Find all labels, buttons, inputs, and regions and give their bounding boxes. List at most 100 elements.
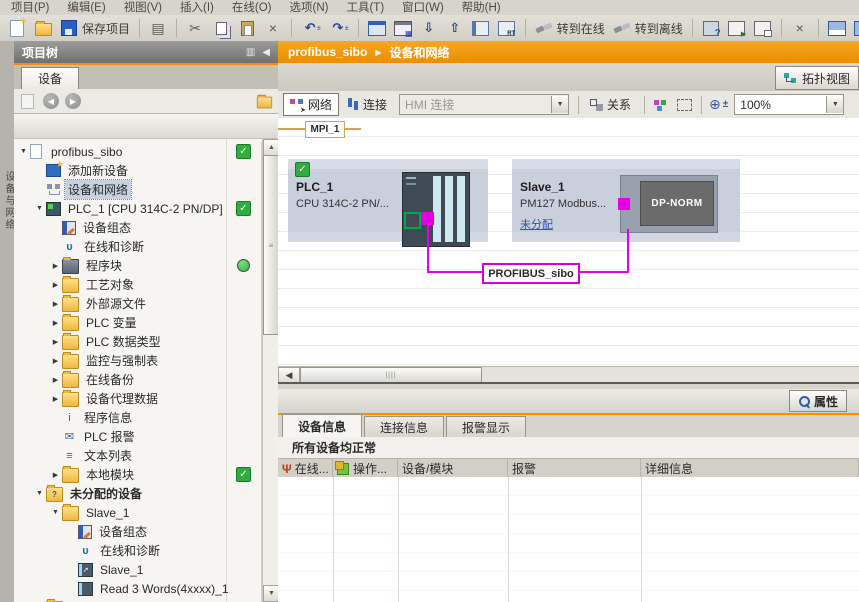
go-online-button[interactable]: 转到在线 (532, 17, 608, 39)
delete-button[interactable]: × (261, 17, 285, 39)
tree-item[interactable]: ▶PLC 数据类型 (14, 332, 261, 351)
tree-item[interactable]: 添加新设备 (14, 161, 261, 180)
slave-dp-port[interactable] (618, 198, 630, 210)
tree-item[interactable]: ▼profibus_sibo✓ (14, 142, 261, 161)
forward-icon[interactable]: ▶ (65, 93, 81, 109)
slave-device-box[interactable]: Slave_1 PM127 Modbus... 未分配 DP-NORM (512, 159, 740, 242)
plc-device-image[interactable] (402, 172, 470, 247)
simulation-window-button[interactable] (751, 17, 775, 39)
plc-dp-port[interactable] (421, 212, 434, 225)
column-header[interactable]: 报警 (508, 459, 641, 478)
tree-item[interactable]: 设备和网络 (14, 180, 261, 199)
expander-icon[interactable]: ▶ (50, 338, 61, 346)
menu-item[interactable]: 在线(O) (223, 0, 281, 15)
tree-item[interactable]: 设备组态 (14, 522, 261, 541)
split-editor-horizontal-button[interactable] (825, 17, 849, 39)
properties-button[interactable]: 属性 (789, 390, 847, 412)
menu-item[interactable]: 项目(P) (2, 0, 58, 15)
network-canvas[interactable]: MPI_1 ✓ PLC_1 CPU 314C-2 PN/... Slave_1 … (278, 118, 859, 366)
tree-item[interactable]: Read 3 Words(4xxxx)_1 (14, 579, 261, 598)
zoom-dropdown[interactable]: 100% ▼ (734, 94, 844, 115)
start-cpu-button[interactable] (469, 17, 493, 39)
tab-inspector[interactable]: 报警显示 (446, 416, 526, 437)
side-strip[interactable]: 设备与网络 (0, 41, 15, 602)
tree-item[interactable]: ▼PLC_1 [CPU 314C-2 PN/DP]✓ (14, 199, 261, 218)
zoom-dropdown-arrow-icon[interactable]: ▼ (826, 96, 843, 113)
compile-button[interactable] (391, 17, 415, 39)
redo-button[interactable]: ↷± (326, 17, 352, 39)
tree-item[interactable]: ✉PLC 报警 (14, 427, 261, 446)
print-button[interactable]: ▤ (146, 17, 170, 39)
zoom-fit-icon[interactable]: ± (723, 99, 729, 110)
tree-item[interactable]: ▶工艺对象 (14, 275, 261, 294)
expander-icon[interactable]: ▼ (50, 509, 61, 516)
menu-item[interactable]: 视图(V) (115, 0, 171, 15)
mpi-subnet-label[interactable]: MPI_1 (305, 121, 345, 138)
collapse-pane-icon[interactable]: ◀ (262, 47, 270, 58)
tree-item[interactable]: ▶设备代理数据 (14, 389, 261, 408)
tree-scrollbar[interactable]: ▲ ≡ ▼ (262, 139, 278, 602)
tree-item[interactable]: i程序信息 (14, 408, 261, 427)
plc-device-box[interactable]: ✓ PLC_1 CPU 314C-2 PN/... (288, 159, 488, 242)
save-project-button[interactable]: 保存项目 (57, 17, 133, 39)
tree-item[interactable]: ▼Slave_1 (14, 503, 261, 522)
expander-icon[interactable]: ▶ (50, 281, 61, 289)
relations-button[interactable]: 关系 (584, 94, 637, 115)
download-to-device-button[interactable]: ⇩ (417, 17, 441, 39)
connection-type-dropdown-arrow-icon[interactable]: ▼ (551, 96, 568, 113)
tree-item[interactable]: ▶在线备份 (14, 370, 261, 389)
expander-icon[interactable]: ▼ (18, 148, 29, 155)
profibus-subnet-label[interactable]: PROFIBUS_sibo (482, 263, 580, 284)
breadcrumb-project[interactable]: profibus_sibo (288, 45, 367, 59)
back-icon[interactable]: ◀ (43, 93, 59, 109)
profibus-line[interactable] (627, 229, 629, 272)
network-mode-button[interactable]: 网络 (283, 93, 339, 116)
menu-item[interactable]: 窗口(W) (393, 0, 453, 15)
paste-button[interactable] (235, 17, 259, 39)
upload-from-device-button[interactable]: ⇧ (443, 17, 467, 39)
tree-item[interactable] (14, 598, 261, 602)
tree-item[interactable]: ↗Slave_1 (14, 560, 261, 579)
tree-item[interactable]: ▶程序块 (14, 256, 261, 275)
profibus-line[interactable] (427, 225, 429, 272)
tree-scrollbar-thumb[interactable]: ≡ (263, 155, 278, 335)
start-simulation-button[interactable] (725, 17, 749, 39)
select-area-icon[interactable] (677, 99, 692, 111)
copy-button[interactable] (209, 17, 233, 39)
tree-item[interactable]: ≡文本列表 (14, 446, 261, 465)
tree-item[interactable]: ▶外部源文件 (14, 294, 261, 313)
expander-icon[interactable]: ▶ (50, 376, 61, 384)
tree-item[interactable]: ▼?未分配的设备 (14, 484, 261, 503)
column-header[interactable]: 设备/模块 (398, 459, 508, 478)
plc-pn-port[interactable] (404, 212, 421, 229)
menu-item[interactable]: 帮助(H) (453, 0, 510, 15)
scroll-down-icon[interactable]: ▼ (263, 585, 278, 602)
canvas-horizontal-scrollbar[interactable]: ◀ |||| (278, 366, 859, 383)
tree-item[interactable]: 设备组态 (14, 218, 261, 237)
tree-item[interactable]: υ在线和诊断 (14, 541, 261, 560)
expander-icon[interactable]: ▼ (34, 490, 45, 497)
menu-item[interactable]: 选项(N) (281, 0, 338, 15)
accessible-devices-button[interactable] (699, 17, 723, 39)
window-button[interactable] (365, 17, 389, 39)
menu-item[interactable]: 编辑(E) (58, 0, 114, 15)
scroll-up-icon[interactable]: ▲ (263, 139, 278, 156)
expander-icon[interactable]: ▶ (50, 357, 61, 365)
show-addresses-icon[interactable] (654, 99, 669, 111)
go-offline-button[interactable]: 转到离线 (610, 17, 686, 39)
zoom-icon[interactable]: ⊕ (709, 96, 721, 113)
close-button[interactable]: × (788, 17, 812, 39)
column-header[interactable]: 详细信息 (641, 459, 859, 478)
expander-icon[interactable]: ▶ (50, 300, 61, 308)
split-editor-vertical-button[interactable] (851, 17, 859, 39)
open-project-button[interactable] (31, 17, 55, 39)
slave-unassigned-link[interactable]: 未分配 (520, 216, 553, 232)
tree-item[interactable]: ▶本地模块✓ (14, 465, 261, 484)
column-header[interactable]: Ψ在线... (278, 459, 333, 478)
expander-icon[interactable]: ▶ (50, 471, 61, 479)
menu-item[interactable]: 工具(T) (337, 0, 393, 15)
tree-item[interactable]: υ在线和诊断 (14, 237, 261, 256)
connections-mode-button[interactable]: 连接 (341, 94, 393, 115)
tree-item[interactable]: ▶PLC 变量 (14, 313, 261, 332)
connection-type-dropdown[interactable]: HMI 连接 ▼ (399, 94, 569, 115)
